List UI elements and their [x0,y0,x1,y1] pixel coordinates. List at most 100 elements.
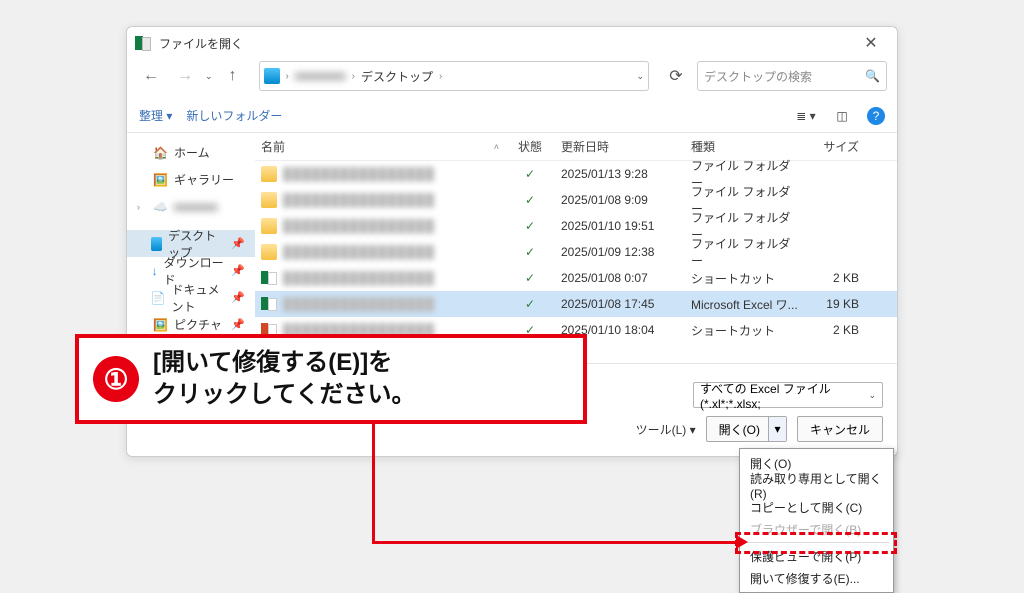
file-date: 2025/01/09 12:38 [555,245,685,259]
annotation-arrow [372,424,375,542]
col-name[interactable]: 名前˄ [255,138,505,155]
sidebar-item-label: ギャラリー [174,171,234,188]
breadcrumb-user[interactable]: ■■■■■■■ [295,69,346,83]
folder-icon [261,244,277,260]
status-ok-icon: ✓ [525,167,535,181]
search-placeholder: デスクトップの検索 [704,68,812,85]
file-name: ████████████████ [283,193,435,207]
folder-icon [261,218,277,234]
status-ok-icon: ✓ [525,245,535,259]
path-dropdown-icon[interactable]: ⌄ [636,71,644,82]
file-date: 2025/01/08 17:45 [555,297,685,311]
dl-icon [152,264,158,278]
status-ok-icon: ✓ [525,271,535,285]
history-dropdown[interactable]: ⌄ [205,71,213,82]
sidebar-item-label: ピクチャ [174,316,222,333]
file-name: ████████████████ [283,167,435,181]
back-button[interactable]: ← [137,62,165,90]
dialog-title: ファイルを開く [159,35,243,52]
doc-icon [150,291,165,305]
file-date: 2025/01/13 9:28 [555,167,685,181]
menu-item[interactable]: 開いて修復する(E)... [740,567,893,589]
dialog-body: ホームギャラリー›■■■■■■デスクトップ📌ダウンロード📌ドキュメント📌ピクチャ… [127,133,897,363]
file-row[interactable]: ████████████████ ✓ 2025/01/08 17:45Microso… [255,291,897,317]
folder-icon [261,166,277,182]
file-size: 2 KB [805,323,865,337]
folder-icon [261,192,277,208]
file-type: ショートカット [685,322,805,339]
breadcrumb-desktop[interactable]: デスクトップ [361,68,433,85]
search-input[interactable]: デスクトップの検索 🔍 [697,61,887,91]
address-bar[interactable]: › ■■■■■■■ › デスクトップ › ⌄ [259,61,649,91]
sidebar-item-label: ホーム [174,144,210,161]
open-dropdown-menu: 開く(O)読み取り専用として開く(R)コピーとして開く(C)ブラウザーで開く(B… [739,448,894,593]
file-name: ████████████████ [283,245,435,259]
file-size: 2 KB [805,271,865,285]
chevron-right-icon: › [352,71,355,82]
help-icon[interactable]: ? [867,107,885,125]
col-status[interactable]: 状態 [505,138,555,155]
annotation-text: [開いて修復する(E)]をクリックしてください。 [153,347,416,412]
desktop-icon [264,68,280,84]
excels-icon [261,270,277,286]
pin-icon: 📌 [231,264,245,277]
annotation-callout: ① [開いて修復する(E)]をクリックしてください。 [75,334,587,424]
annotation-arrow [372,541,742,544]
file-type: ショートカット [685,270,805,287]
file-date: 2025/01/08 9:09 [555,193,685,207]
file-type: ファイル フォルダー [685,235,805,269]
status-ok-icon: ✓ [525,297,535,311]
search-icon: 🔍 [865,69,880,83]
sort-asc-icon: ˄ [494,142,499,152]
sidebar-item-doc[interactable]: ドキュメント📌 [127,284,255,311]
open-dropdown-button[interactable]: ▾ [768,417,786,441]
sidebar: ホームギャラリー›■■■■■■デスクトップ📌ダウンロード📌ドキュメント📌ピクチャ… [127,133,255,363]
up-button[interactable]: ↑ [219,62,247,90]
close-button[interactable]: ✕ [853,29,889,57]
sidebar-item-home[interactable]: ホーム [127,139,255,166]
new-folder-button[interactable]: 新しいフォルダー [186,107,282,124]
file-name: ████████████████ [283,297,435,311]
file-date: 2025/01/10 19:51 [555,219,685,233]
chevron-right-icon: › [137,202,147,212]
organize-menu[interactable]: 整理 ▾ [139,107,172,124]
open-button[interactable]: 開く(O) ▾ [706,416,787,442]
forward-button[interactable]: → [171,62,199,90]
file-list: 名前˄ 状態 更新日時 種類 サイズ ████████████████ ✓ 2025… [255,133,897,363]
file-row[interactable]: ████████████████ ✓ 2025/01/08 0:07ショートカット2… [255,265,897,291]
file-date: 2025/01/08 0:07 [555,271,685,285]
cancel-button[interactable]: キャンセル [797,416,883,442]
file-name: ████████████████ [283,271,435,285]
refresh-button[interactable]: ⟳ [661,61,691,91]
pin-icon: 📌 [231,237,245,250]
pic-icon [153,318,168,332]
file-name: ████████████████ [283,219,435,233]
gal-icon [153,173,168,187]
sidebar-item-gal[interactable]: ギャラリー [127,166,255,193]
pin-icon: 📌 [231,291,245,304]
toolbar: 整理 ▾ 新しいフォルダー ≣ ▾ ◫ ? [127,99,897,133]
titlebar: ファイルを開く ✕ [127,27,897,59]
status-ok-icon: ✓ [525,219,535,233]
nav-bar: ← → ⌄ ↑ › ■■■■■■■ › デスクトップ › ⌄ ⟳ デスクトップの… [127,59,897,99]
col-size[interactable]: サイズ [805,138,865,155]
desktop-icon [151,237,162,251]
sidebar-item-cloud[interactable]: ›■■■■■■ [127,193,255,220]
chevron-right-icon: › [439,71,442,82]
home-icon [153,146,168,160]
chevron-right-icon: › [286,71,289,82]
col-type[interactable]: 種類 [685,138,805,155]
excel-icon [135,35,151,51]
excels-icon [261,296,277,312]
tools-menu[interactable]: ツール(L) ▾ [636,416,696,442]
view-list-button[interactable]: ≣ ▾ [795,105,817,127]
preview-pane-button[interactable]: ◫ [831,105,853,127]
file-type-filter[interactable]: すべての Excel ファイル (*.xl*;*.xlsx; ⌄ [693,382,883,408]
file-type: Microsoft Excel ワ... [685,296,805,313]
status-ok-icon: ✓ [525,193,535,207]
col-date[interactable]: 更新日時 [555,138,685,155]
menu-item[interactable]: 読み取り専用として開く(R) [740,474,893,496]
file-row[interactable]: ████████████████✓2025/01/09 12:38ファイル フォ… [255,239,897,265]
cloud-icon [153,200,168,214]
open-button-label: 開く(O) [719,421,760,438]
